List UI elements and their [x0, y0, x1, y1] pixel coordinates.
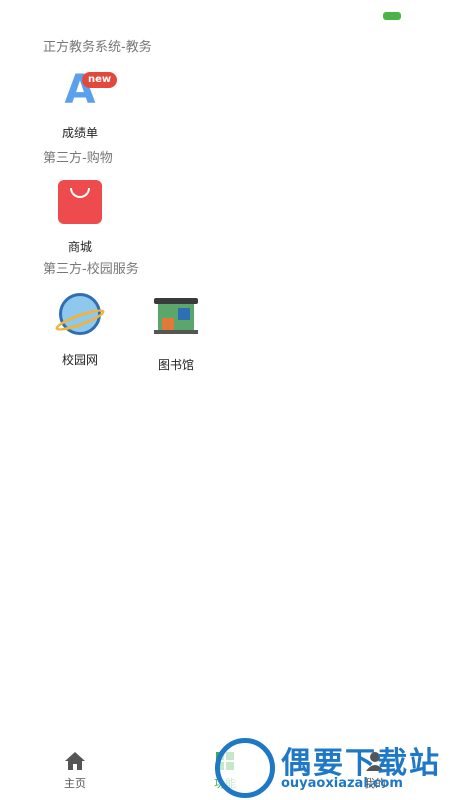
shopping-bag-icon: [56, 180, 104, 228]
watermark-url: ouyaoxiazai.com: [281, 776, 403, 791]
site-watermark: 偶要下载站 ouyaoxiazai.com: [215, 736, 450, 800]
grade-report-label: 成绩单: [61, 126, 98, 140]
grade-a-icon: A new: [56, 66, 118, 114]
grade-report-tile[interactable]: A new 成绩单: [43, 66, 118, 141]
section-title-campus: 第三方-校园服务: [43, 262, 139, 277]
home-icon: [64, 751, 86, 771]
new-badge: new: [82, 72, 118, 88]
library-label: 图书馆: [157, 358, 194, 372]
status-bar: [0, 0, 450, 30]
library-tile[interactable]: 图书馆: [139, 290, 213, 373]
mall-label: 商城: [67, 240, 92, 254]
tab-home-label: 主页: [64, 777, 86, 790]
section-title-shopping: 第三方-购物: [43, 151, 113, 166]
tab-home[interactable]: 主页: [0, 742, 150, 800]
watermark-logo-icon: [215, 738, 275, 798]
library-building-icon: [152, 298, 200, 346]
campus-network-label: 校园网: [61, 353, 98, 367]
section-title-academic: 正方教务系统-教务: [43, 40, 152, 55]
battery-icon: [383, 12, 401, 20]
globe-icon: [53, 293, 107, 341]
campus-network-tile[interactable]: 校园网: [43, 290, 117, 368]
mall-tile[interactable]: 商城: [43, 178, 117, 255]
